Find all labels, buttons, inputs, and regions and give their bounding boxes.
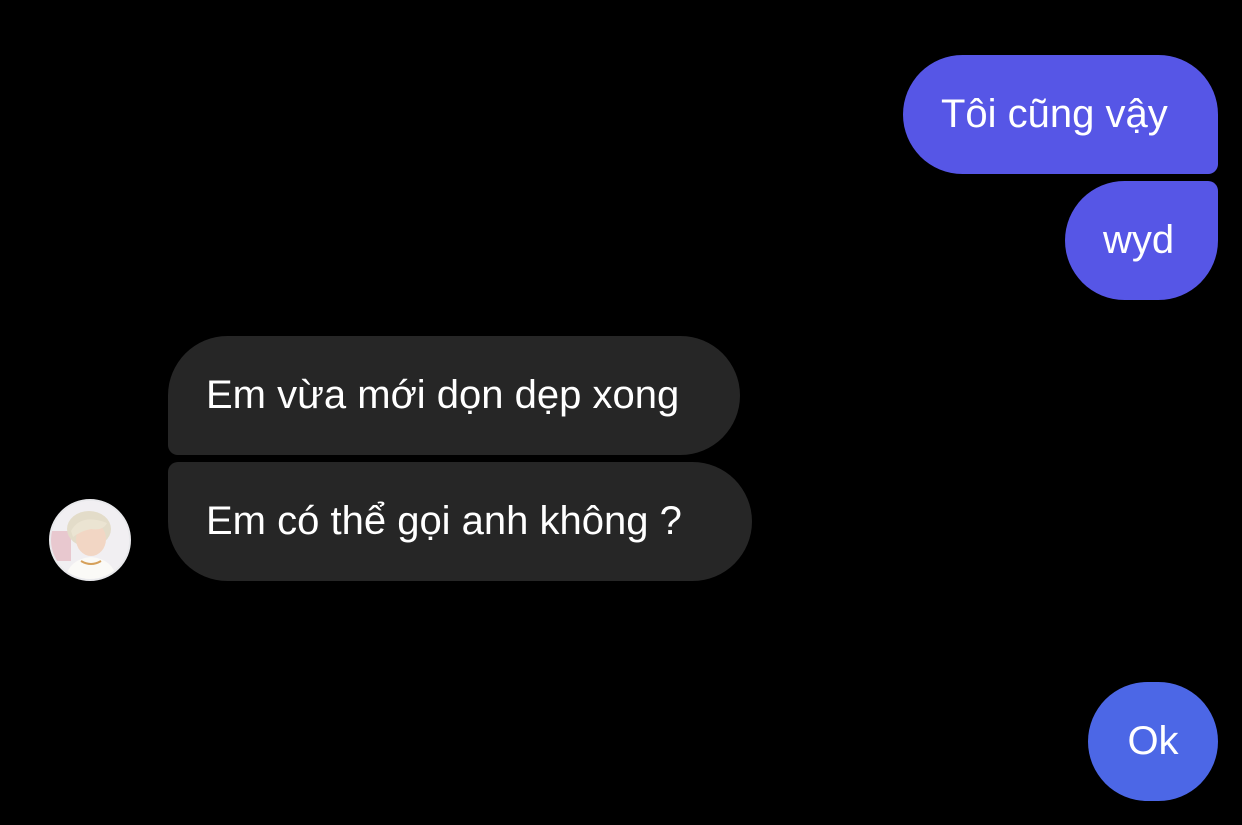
incoming-message-bubble[interactable]: Em vừa mới dọn dẹp xong — [168, 336, 740, 455]
outgoing-message-bubble[interactable]: wyd — [1065, 181, 1218, 300]
message-thread: Tôi cũng vậy wyd Em vừa mới dọn dẹp xong… — [0, 0, 1242, 825]
incoming-message-bubble[interactable]: Em có thể gọi anh không ? — [168, 462, 752, 581]
outgoing-message-bubble[interactable]: Tôi cũng vậy — [903, 55, 1218, 174]
contact-avatar[interactable] — [49, 499, 131, 581]
outgoing-message-bubble[interactable]: Ok — [1088, 682, 1218, 801]
avatar-photo-icon — [51, 501, 129, 579]
